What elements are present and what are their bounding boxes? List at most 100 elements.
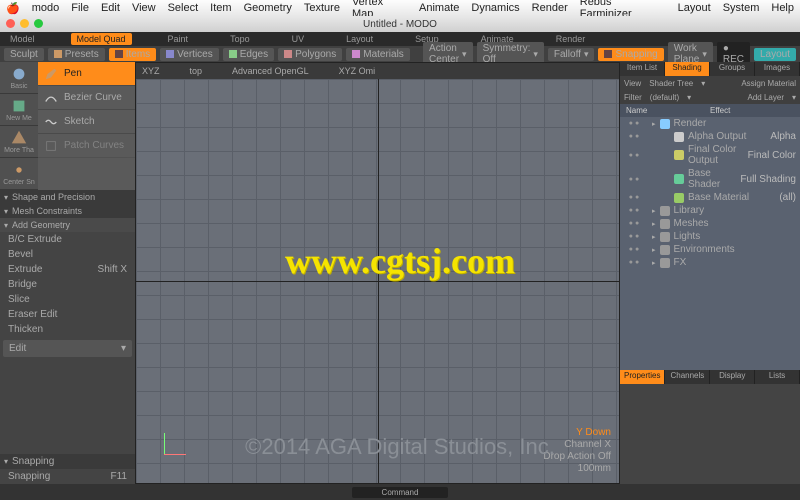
tree-row-alpha-output[interactable]: ● ●Alpha OutputAlpha bbox=[620, 130, 800, 143]
tab-model[interactable]: Model bbox=[4, 33, 41, 45]
render-icon bbox=[660, 119, 670, 129]
tab-groups[interactable]: Groups bbox=[710, 62, 755, 76]
lib-icon bbox=[660, 206, 670, 216]
menu-dynamics[interactable]: Dynamics bbox=[471, 2, 519, 14]
menu-layout[interactable]: Layout bbox=[678, 2, 711, 14]
menu-edit[interactable]: Edit bbox=[101, 2, 120, 14]
tool-category-icons: Basic New Me More Tha Center Sn bbox=[0, 62, 38, 190]
tree-row-meshes[interactable]: ● ●▸Meshes bbox=[620, 217, 800, 230]
tab-item-list[interactable]: Item List bbox=[620, 62, 665, 76]
color-icon bbox=[674, 150, 684, 160]
vertices-icon bbox=[166, 50, 174, 58]
vp-tab-advanced[interactable]: Advanced OpenGL bbox=[232, 66, 309, 76]
tool-bezier[interactable]: Bezier Curve bbox=[38, 86, 135, 110]
layout-button[interactable]: Layout bbox=[754, 48, 796, 61]
snapping-shortcut[interactable]: SnappingF11 bbox=[0, 469, 135, 484]
menu-texture[interactable]: Texture bbox=[304, 2, 340, 14]
falloff-dropdown[interactable]: Falloff ▾ bbox=[548, 48, 595, 61]
tree-row-library[interactable]: ● ●▸Library bbox=[620, 204, 800, 217]
tab-paint[interactable]: Paint bbox=[162, 33, 195, 45]
tab-display[interactable]: Display bbox=[710, 370, 755, 384]
chevron-down-icon[interactable]: ▾ bbox=[701, 79, 705, 88]
cat-new-mesh[interactable]: New Me bbox=[0, 94, 38, 126]
property-tabs: Properties Channels Display Lists bbox=[620, 370, 800, 384]
right-top-tabs: Item List Shading Groups Images bbox=[620, 62, 800, 76]
materials-button[interactable]: Materials bbox=[346, 48, 410, 61]
vp-tab-top[interactable]: top bbox=[190, 66, 203, 76]
command-input[interactable]: Command bbox=[352, 487, 449, 498]
section-mesh-constraints[interactable]: Mesh Constraints bbox=[0, 204, 135, 218]
tab-lists[interactable]: Lists bbox=[755, 370, 800, 384]
tree-header: NameEffect bbox=[620, 104, 800, 117]
vp-tab-xyz[interactable]: XYZ bbox=[142, 66, 160, 76]
window-title: Untitled - MODO bbox=[363, 19, 437, 30]
items-button[interactable]: Items bbox=[109, 48, 156, 61]
close-icon[interactable] bbox=[6, 19, 15, 28]
row-slice[interactable]: Slice bbox=[0, 292, 135, 307]
tool-pen[interactable]: Pen bbox=[38, 62, 135, 86]
section-add-geometry[interactable]: Add Geometry bbox=[0, 218, 135, 232]
right-sub-bar: View Shader Tree▾ Assign Material bbox=[620, 76, 800, 90]
watermark-copyright: ©2014 AGA Digital Studios, Inc. bbox=[0, 434, 800, 460]
tool-patch-curves[interactable]: Patch Curves bbox=[38, 134, 135, 158]
chevron-down-icon[interactable]: ▾ bbox=[687, 93, 691, 102]
tab-properties[interactable]: Properties bbox=[620, 370, 665, 384]
right-filter-bar: Filter (default)▾ Add Layer▾ bbox=[620, 90, 800, 104]
mesh-icon bbox=[660, 219, 670, 229]
menu-select[interactable]: Select bbox=[168, 2, 199, 14]
tab-shading[interactable]: Shading bbox=[665, 62, 710, 76]
section-shape-precision[interactable]: Shape and Precision bbox=[0, 190, 135, 204]
menu-item[interactable]: Item bbox=[210, 2, 231, 14]
menu-animate[interactable]: Animate bbox=[419, 2, 459, 14]
tool-list: Pen Bezier Curve Sketch Patch Curves bbox=[38, 62, 135, 190]
vp-tab-omi[interactable]: XYZ Omi bbox=[339, 66, 376, 76]
tab-layout[interactable]: Layout bbox=[340, 33, 379, 45]
menu-system[interactable]: System bbox=[723, 2, 760, 14]
apple-icon[interactable]: 🍎 bbox=[6, 2, 20, 15]
tree-row-base-material[interactable]: ● ●Base Material(all) bbox=[620, 191, 800, 204]
snapping-icon bbox=[604, 50, 612, 58]
tree-row-base-shader[interactable]: ● ●Base ShaderFull Shading bbox=[620, 167, 800, 191]
tool-sketch[interactable]: Sketch bbox=[38, 110, 135, 134]
sketch-icon bbox=[44, 115, 58, 129]
chevron-down-icon[interactable]: ▾ bbox=[792, 93, 796, 102]
tab-model-quad[interactable]: Model Quad bbox=[71, 33, 132, 45]
patch-icon bbox=[44, 139, 58, 153]
shader-icon bbox=[674, 174, 684, 184]
row-eraser-edit[interactable]: Eraser Edit bbox=[0, 307, 135, 322]
traffic-lights bbox=[6, 19, 43, 28]
tab-images[interactable]: Images bbox=[755, 62, 800, 76]
menu-help[interactable]: Help bbox=[771, 2, 794, 14]
viewport-tabs: XYZ top Advanced OpenGL XYZ Omi bbox=[136, 63, 619, 79]
cat-center-snap[interactable]: Center Sn bbox=[0, 158, 38, 190]
zoom-icon[interactable] bbox=[34, 19, 43, 28]
cat-more[interactable]: More Tha bbox=[0, 126, 38, 158]
tab-render[interactable]: Render bbox=[550, 33, 592, 45]
edges-icon bbox=[229, 50, 237, 58]
edit-dropdown[interactable]: Edit▾ bbox=[3, 340, 132, 357]
cat-basic[interactable]: Basic bbox=[0, 62, 38, 94]
tree-row-final-color-output[interactable]: ● ●Final Color OutputFinal Color bbox=[620, 143, 800, 167]
tree-row-render[interactable]: ● ●▸Render bbox=[620, 117, 800, 130]
menu-render[interactable]: Render bbox=[532, 2, 568, 14]
window-title-bar: Untitled - MODO bbox=[0, 16, 800, 32]
menu-modo[interactable]: modo bbox=[32, 2, 60, 14]
tab-uv[interactable]: UV bbox=[286, 33, 311, 45]
vertices-button[interactable]: Vertices bbox=[160, 48, 219, 61]
polygons-button[interactable]: Polygons bbox=[278, 48, 342, 61]
alpha-icon bbox=[674, 132, 684, 142]
tab-channels[interactable]: Channels bbox=[665, 370, 710, 384]
tab-topo[interactable]: Topo bbox=[224, 33, 256, 45]
presets-button[interactable]: Presets bbox=[48, 48, 105, 61]
menu-file[interactable]: File bbox=[71, 2, 89, 14]
row-thicken[interactable]: Thicken bbox=[0, 322, 135, 337]
minimize-icon[interactable] bbox=[20, 19, 29, 28]
items-icon bbox=[115, 50, 123, 58]
sculpt-button[interactable]: Sculpt bbox=[4, 48, 44, 61]
macos-menu-bar: 🍎 modo File Edit View Select Item Geomet… bbox=[0, 0, 800, 16]
presets-icon bbox=[54, 50, 62, 58]
snapping-button[interactable]: Snapping bbox=[598, 48, 663, 61]
menu-geometry[interactable]: Geometry bbox=[244, 2, 292, 14]
edges-button[interactable]: Edges bbox=[223, 48, 274, 61]
menu-view[interactable]: View bbox=[132, 2, 156, 14]
